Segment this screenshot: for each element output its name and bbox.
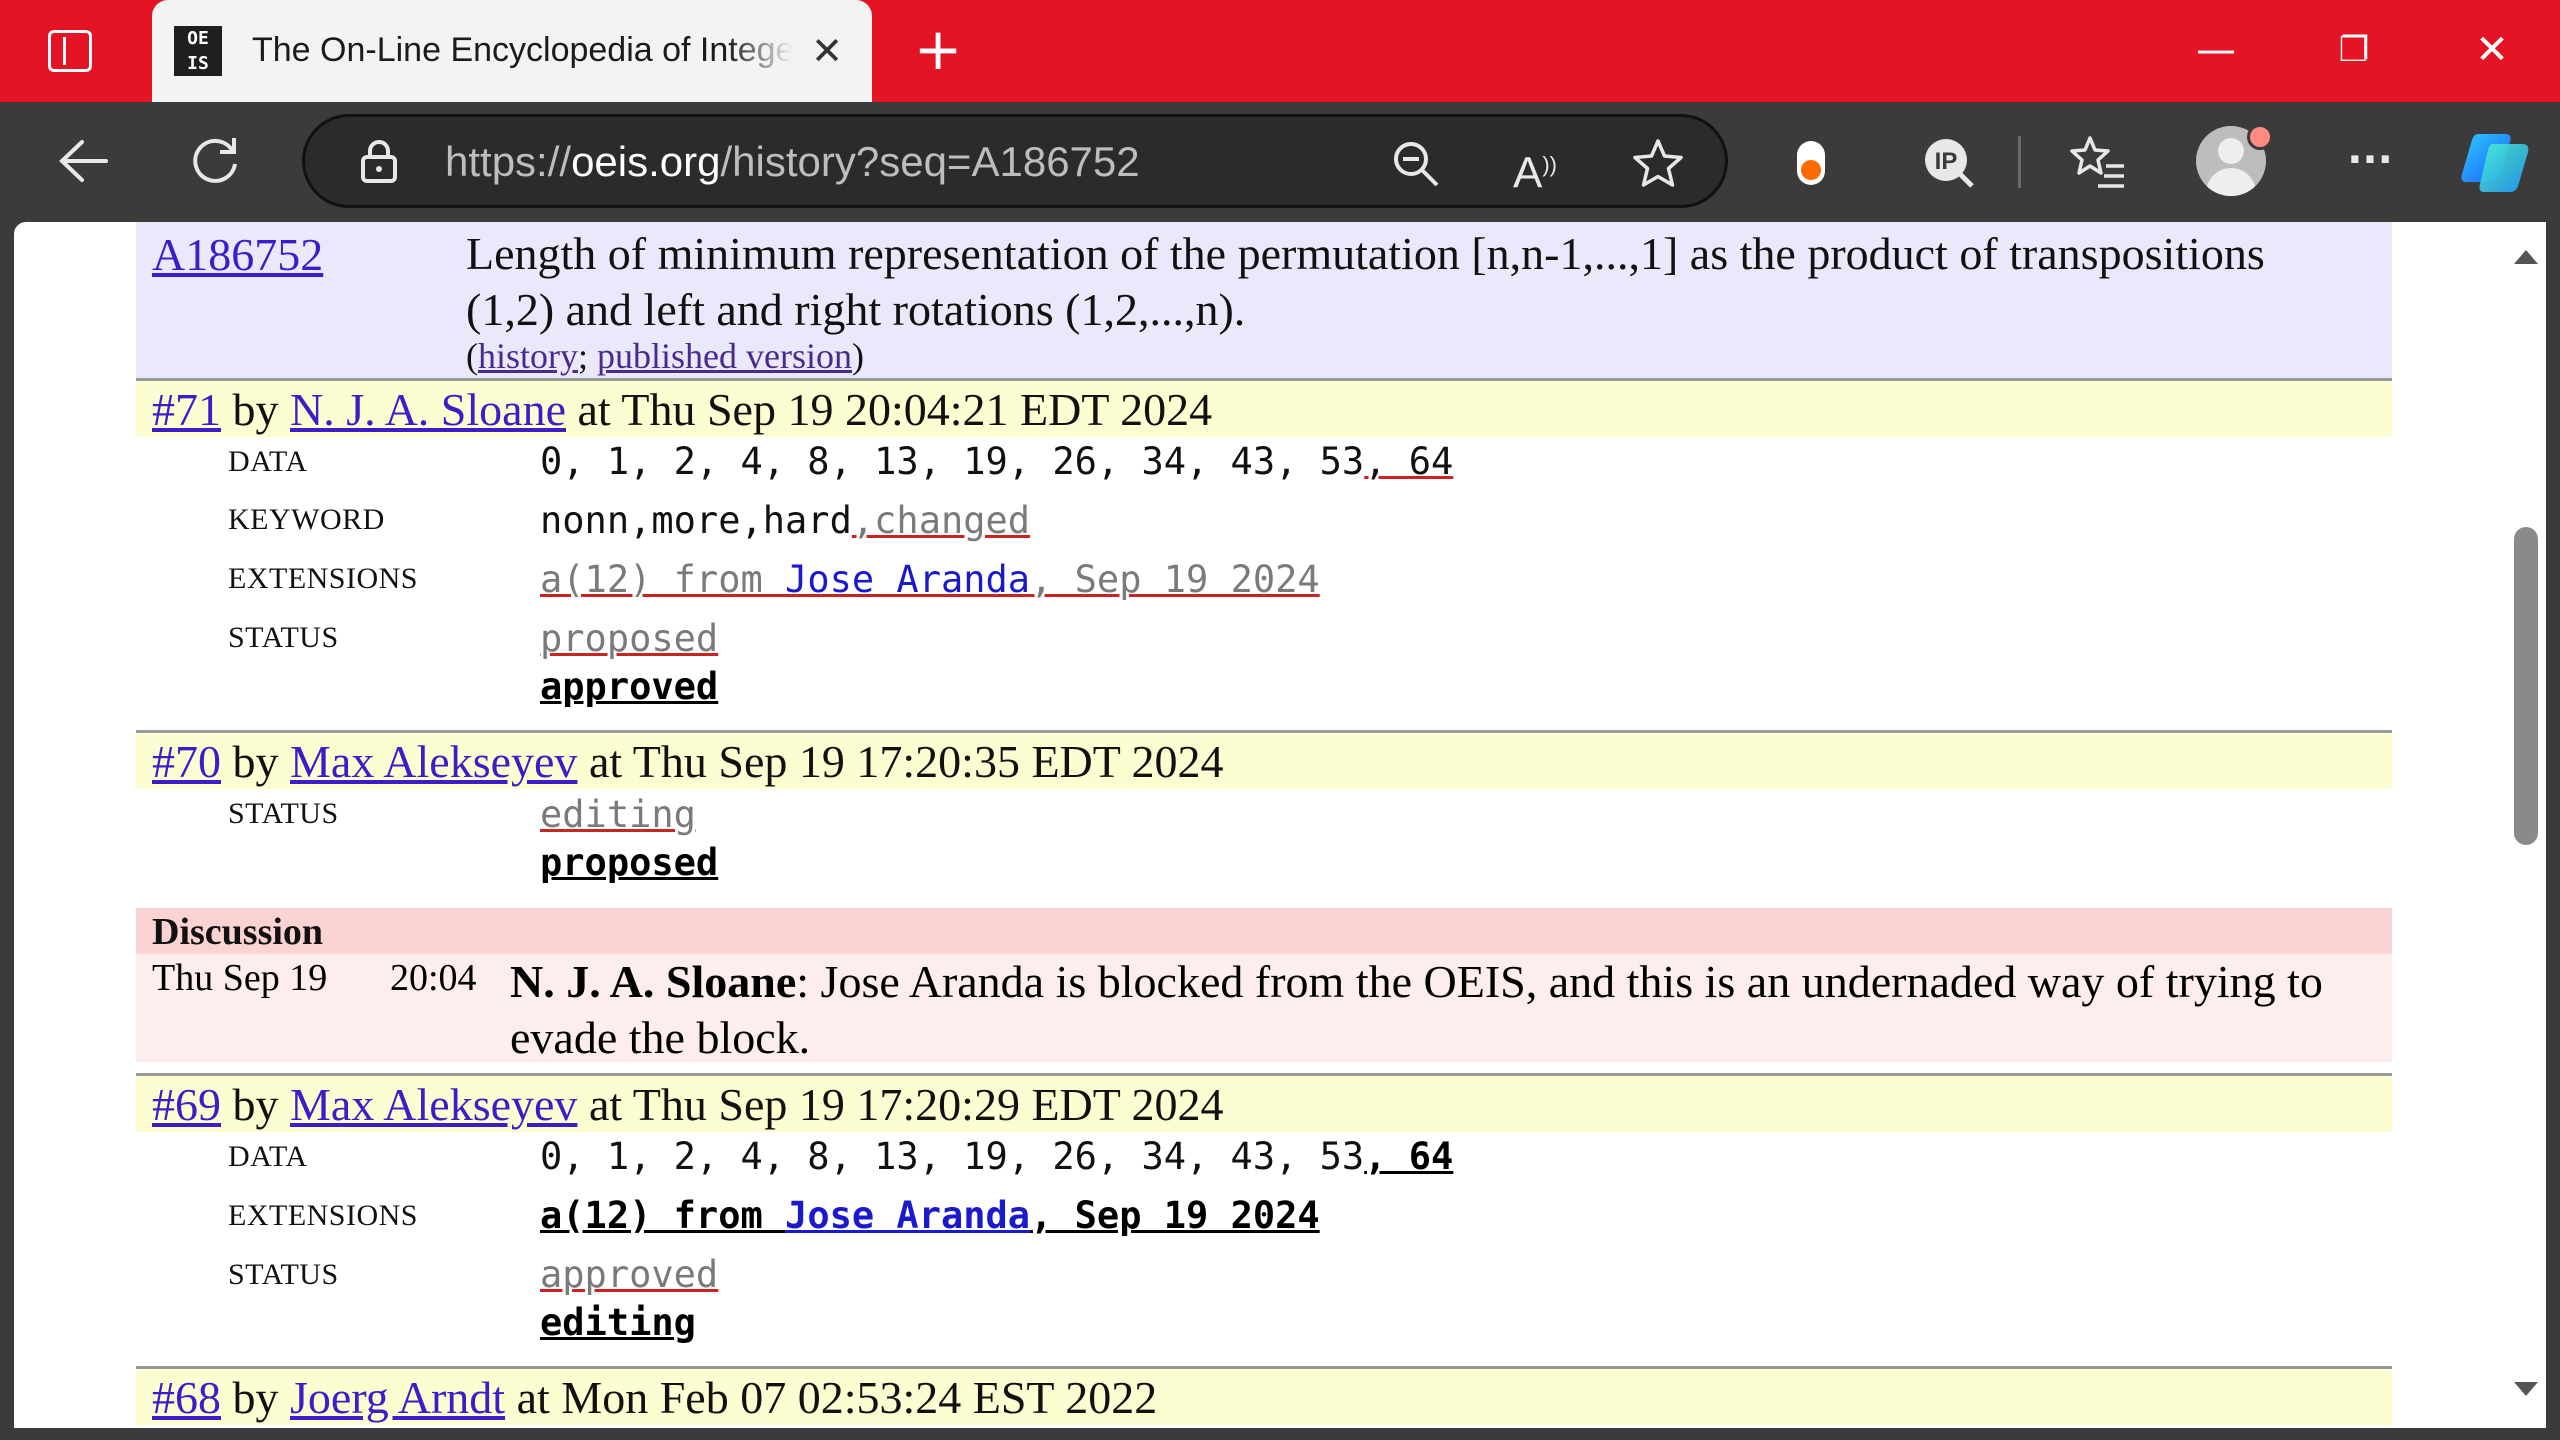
minimize-button[interactable]: — xyxy=(2184,18,2248,82)
status-old-value: approved xyxy=(540,1253,719,1296)
revision-header-71: #71 by N. J. A. Sloane at Thu Sep 19 20:… xyxy=(136,381,2392,437)
extension-author-link[interactable]: Jose Aranda xyxy=(785,1194,1030,1237)
refresh-icon[interactable] xyxy=(188,134,242,188)
favorite-icon[interactable] xyxy=(1631,137,1685,191)
field-label-data: DATA xyxy=(228,1140,308,1173)
profile-notification-badge xyxy=(2247,124,2273,150)
back-icon[interactable] xyxy=(56,136,112,186)
tab-actions-icon[interactable] xyxy=(48,30,92,72)
tab-title: The On-Line Encyclopedia of Integer Sequ… xyxy=(252,31,792,69)
field-value-keyword: nonn,more,hard,changed xyxy=(540,499,1031,542)
status-new-value: editing xyxy=(540,1301,696,1344)
discussion-author: N. J. A. Sloane xyxy=(510,956,797,1007)
tab-bar: OE IS The On-Line Encyclopedia of Intege… xyxy=(0,0,2560,102)
field-value-extensions: a(12) from Jose Aranda, Sep 19 2024 xyxy=(540,1194,1320,1237)
field-label-extensions: EXTENSIONS xyxy=(228,1199,418,1232)
tab-close-icon[interactable]: ✕ xyxy=(802,26,852,76)
page-viewport: A186752 Length of minimum representation… xyxy=(14,222,2506,1440)
discussion-text: N. J. A. Sloane: Jose Aranda is blocked … xyxy=(510,956,2323,1063)
svg-text:IP: IP xyxy=(1935,148,1958,175)
discussion-date: Thu Sep 19 xyxy=(152,957,328,999)
extension-author-link[interactable]: Jose Aranda xyxy=(785,558,1030,601)
discussion-time: 20:04 xyxy=(390,957,477,999)
ip-icon[interactable]: IP xyxy=(1920,134,1976,190)
sequence-id-link[interactable]: A186752 xyxy=(152,226,323,284)
sequence-links: (history; published version) xyxy=(466,336,865,376)
added-text: , 64 xyxy=(1364,1135,1454,1178)
more-icon[interactable]: ··· xyxy=(2340,132,2400,192)
status-old-value: editing xyxy=(540,793,696,836)
page-frame: A186752 Length of minimum representation… xyxy=(0,222,2560,1440)
field-label-status: STATUS xyxy=(228,621,339,654)
field-label-keyword: KEYWORD xyxy=(228,503,385,536)
discussion-heading: Discussion xyxy=(136,908,2392,954)
active-tab[interactable]: OE IS The On-Line Encyclopedia of Intege… xyxy=(152,0,872,102)
history-link[interactable]: history xyxy=(478,336,578,376)
revision-author-link[interactable]: N. J. A. Sloane xyxy=(290,384,566,435)
revision-header-68: #68 by Joerg Arndt at Mon Feb 07 02:53:2… xyxy=(136,1369,2392,1425)
revision-number-link[interactable]: #70 xyxy=(152,736,221,787)
url-text[interactable]: https://oeis.org/history?seq=A186752 xyxy=(445,131,1140,193)
read-aloud-icon[interactable]: A)) xyxy=(1513,137,1569,198)
scrollbar-thumb[interactable] xyxy=(2514,527,2538,845)
field-label-status: STATUS xyxy=(228,797,339,830)
oeis-favicon-icon: OE IS xyxy=(174,26,222,76)
revision-author-link[interactable]: Max Alekseyev xyxy=(290,736,577,787)
zoom-out-icon[interactable] xyxy=(1391,139,1441,189)
field-label-status: STATUS xyxy=(228,1258,339,1291)
new-tab-button[interactable]: + xyxy=(910,20,966,78)
field-label-data: DATA xyxy=(228,445,308,478)
revision-author-link[interactable]: Joerg Arndt xyxy=(290,1372,505,1423)
removed-text: ,changed xyxy=(851,499,1031,542)
status-new-value: proposed xyxy=(540,841,719,884)
favorites-list-icon[interactable] xyxy=(2068,134,2126,190)
restore-button[interactable]: ❐ xyxy=(2322,18,2386,82)
revision-header-70: #70 by Max Alekseyev at Thu Sep 19 17:20… xyxy=(136,733,2392,789)
lock-icon[interactable] xyxy=(359,139,399,183)
toolbar-separator xyxy=(2018,136,2021,188)
revision-number-link[interactable]: #71 xyxy=(152,384,221,435)
status-new-value: approved xyxy=(540,665,719,708)
scroll-down-icon[interactable] xyxy=(2514,1382,2538,1396)
copilot-icon[interactable] xyxy=(2460,128,2532,196)
sequence-header: A186752 Length of minimum representation… xyxy=(136,222,2392,378)
status-old-value: proposed xyxy=(540,617,719,660)
field-label-extensions: EXTENSIONS xyxy=(228,562,418,595)
field-value-data: 0, 1, 2, 4, 8, 13, 19, 26, 34, 43, 53, 6… xyxy=(540,440,1454,483)
window-bottom-edge xyxy=(0,1428,2560,1440)
address-bar[interactable]: https://oeis.org/history?seq=A186752 A)) xyxy=(302,114,1728,208)
revision-header-69: #69 by Max Alekseyev at Thu Sep 19 17:20… xyxy=(136,1076,2392,1132)
extension-icon[interactable] xyxy=(1794,138,1828,188)
scroll-up-icon[interactable] xyxy=(2514,250,2538,264)
sequence-name: Length of minimum representation of the … xyxy=(466,228,2265,335)
revision-number-link[interactable]: #69 xyxy=(152,1079,221,1130)
field-value-data: 0, 1, 2, 4, 8, 13, 19, 26, 34, 43, 53, 6… xyxy=(540,1135,1454,1178)
removed-text: , 64 xyxy=(1364,440,1454,483)
close-window-button[interactable]: ✕ xyxy=(2460,18,2524,82)
discussion-entry: Thu Sep 19 20:04 N. J. A. Sloane: Jose A… xyxy=(136,954,2392,1063)
revision-number-link[interactable]: #68 xyxy=(152,1372,221,1423)
field-value-extensions: a(12) from Jose Aranda, Sep 19 2024 xyxy=(540,558,1320,601)
revision-author-link[interactable]: Max Alekseyev xyxy=(290,1079,577,1130)
browser-toolbar: https://oeis.org/history?seq=A186752 A))… xyxy=(0,102,2560,222)
published-version-link[interactable]: published version xyxy=(597,336,852,376)
